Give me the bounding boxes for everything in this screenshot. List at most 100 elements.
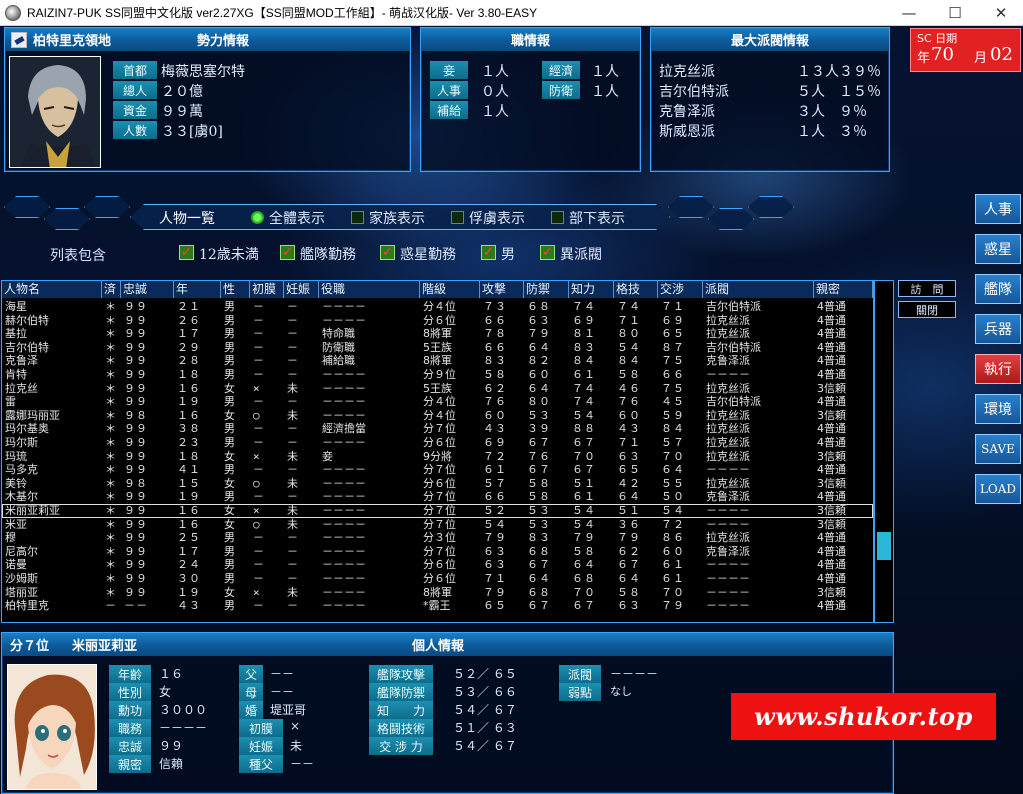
- filter-under12-label[interactable]: 12歳未満: [199, 244, 259, 264]
- menu-planet-button[interactable]: 惑星: [975, 234, 1021, 264]
- filter-planet-label[interactable]: 惑星勤務: [400, 244, 456, 264]
- cell-rank: 5王族: [423, 381, 452, 395]
- menu-personnel-button[interactable]: 人事: [975, 194, 1021, 224]
- column-header-faction[interactable]: 派閥: [703, 281, 814, 298]
- column-header-intimacy[interactable]: 親密: [814, 281, 873, 298]
- close-list-button[interactable]: 關閉: [898, 301, 956, 318]
- cell-gender: 男: [224, 572, 236, 585]
- filter-under12-checkbox[interactable]: ✓: [179, 245, 194, 260]
- table-row[interactable]: 露娜玛丽亚 ＊ ９８ １６ 女 ○ 未 －－－－ 分４位 ６０ ５３ ５４ ６０ ５９ 拉克丝派 3信頼: [2, 409, 873, 423]
- table-row[interactable]: 穆＊ ９９ ２５ 男－－－－－－ 分３位 ７９ ８３ ７９ ７９ ８６ 拉克丝派 4普通: [2, 531, 873, 545]
- cell-age: １６: [177, 408, 201, 422]
- filter-male-checkbox[interactable]: ✓: [481, 245, 496, 260]
- table-row-selected[interactable]: 米丽亚莉亚 ＊ ９９ １６ 女 × 未 －－－－ 分７位 ５２ ５３ ５４ ５１ ５４ －－－－ 3信頼: [2, 504, 873, 518]
- filter-planet-checkbox[interactable]: ✓: [380, 245, 395, 260]
- column-header-done[interactable]: 済: [102, 281, 121, 298]
- cell-melee: ６４: [617, 490, 641, 504]
- column-header-attack[interactable]: 攻撃: [480, 281, 524, 298]
- cell-intel: ６４: [572, 558, 596, 572]
- column-header-virgin[interactable]: 初膜: [250, 281, 284, 298]
- radio-all-selected-icon[interactable]: [251, 211, 264, 224]
- filter-other-faction-checkbox[interactable]: ✓: [540, 245, 555, 260]
- info-value-age: １６: [159, 667, 184, 681]
- cell-faction: －－－－: [706, 504, 750, 517]
- table-row[interactable]: 沙姆斯＊ ９９ ３０ 男－－－－－－ 分６位 ７１ ６４ ６８ ６４ ６１ －－－－ 4普通: [2, 572, 873, 586]
- column-header-pregnant[interactable]: 妊娠: [284, 281, 319, 298]
- table-row[interactable]: 玛尔斯＊ ９９ ２３ 男－－－－－－ 分６位 ６９ ６７ ６７ ７１ ５７ 拉克丝派 4普通: [2, 436, 873, 450]
- nav-option-prisoner[interactable]: 俘虜表示: [469, 208, 525, 228]
- table-row[interactable]: 柏特里克－－－ ４３ 男－－－－－－ *霸王 ６５ ６７ ６７ ６３ ７９ －－－－ 4普通: [2, 599, 873, 613]
- table-row[interactable]: 米亚 ＊ ９９ １６ 女 ○ 未 －－－－ 分７位 ５４ ５３ ５４ ３６ ７２ －－－－ 3信頼: [2, 518, 873, 532]
- cell-gender: 男: [224, 313, 236, 327]
- column-header-post[interactable]: 役職: [319, 281, 420, 298]
- scrollbar-thumb[interactable]: [877, 532, 891, 560]
- column-header-defense[interactable]: 防禦: [524, 281, 569, 298]
- table-row[interactable]: 马多克＊ ９９ ４１ 男－－－－－－ 分７位 ６１ ６７ ６７ ６５ ６４ －－－－ 4普通: [2, 463, 873, 477]
- filter-fleet-checkbox[interactable]: ✓: [280, 245, 295, 260]
- table-row[interactable]: 雷＊ ９９ １９ 男－－－－－－ 分４位 ７６ ８０ ７４ ７６ ４５ 吉尔伯特派 4普通: [2, 395, 873, 409]
- filter-label: 列表包含: [50, 248, 106, 264]
- table-row[interactable]: 赫尔伯特＊ ９９ ２６ 男－－－－－－ 分６位 ６６ ６３ ６９ ７１ ６９ 拉克丝派 4普通: [2, 314, 873, 328]
- table-row[interactable]: 美铃 ＊ ９８ １５ 女 ○ 未 －－－－ 分６位 ５７ ５８ ５１ ４２ ５５ 拉克丝派 3信頼: [2, 477, 873, 491]
- cell-done: ＊: [105, 340, 117, 354]
- table-row[interactable]: 木基尔＊ ９９ １９ 男－－－－－－ 分７位 ６６ ５８ ６１ ６４ ５０ 克鲁泽派 4普通: [2, 490, 873, 504]
- cell-intel: ５８: [572, 544, 596, 558]
- nav-option-subordinate[interactable]: 部下表示: [569, 208, 625, 228]
- table-row[interactable]: 诺曼＊ ９９ ２４ 男－－－－－－ 分６位 ６３ ６７ ６４ ６７ ６１ －－－－ 4普通: [2, 558, 873, 572]
- radio-subordinate-icon[interactable]: [551, 211, 564, 224]
- maximize-button[interactable]: ☐: [933, 0, 977, 26]
- cell-virgin: －: [253, 395, 265, 409]
- column-header-age[interactable]: 年: [174, 281, 221, 298]
- table-row[interactable]: 塔丽亚 ＊ ９９ １９ 女 × 未 －－－－ 8將軍 ７９ ６８ ７０ ５８ ７０ －－－－ 3信頼: [2, 586, 873, 600]
- close-button[interactable]: ✕: [979, 0, 1023, 26]
- table-row[interactable]: 海星＊ ９９ ２１ 男－－－－－－ 分４位 ７３ ６８ ７４ ７４ ７１ 吉尔伯特派 4普通: [2, 300, 873, 314]
- column-header-negotiation[interactable]: 交渉: [658, 281, 703, 298]
- nav-option-all[interactable]: 全體表示: [269, 208, 325, 228]
- cell-done: ＊: [105, 572, 117, 585]
- column-header-intel[interactable]: 知力: [569, 281, 614, 298]
- menu-environment-button[interactable]: 環境: [975, 394, 1021, 424]
- menu-load-button[interactable]: LOAD: [975, 474, 1021, 504]
- cell-melee: ６５: [617, 463, 641, 477]
- table-row[interactable]: 尼高尔＊ ９９ １７ 男－－－－－－ 分７位 ６３ ６８ ５８ ６２ ６０ 克鲁泽派 4普通: [2, 545, 873, 559]
- table-row[interactable]: 吉尔伯特 ＊ ９９ ２９ 男 － － 防衛職 5王族 ６６ ６４ ８３ ５４ ８７ 吉尔伯特派 4普通: [2, 341, 873, 355]
- column-header-name[interactable]: 人物名: [2, 281, 102, 298]
- cell-intel: ６７: [572, 463, 596, 477]
- cell-pregnant: －: [287, 313, 299, 327]
- column-header-gender[interactable]: 性: [221, 281, 250, 298]
- cell-age: １９: [177, 395, 201, 409]
- table-row[interactable]: 基拉 ＊ ９９ １７ 男 － － 特命職 8將軍 ７８ ７９ ８１ ８０ ６５ 拉克丝派 4普通: [2, 327, 873, 341]
- radio-family-icon[interactable]: [351, 211, 364, 224]
- character-table: 人物名済忠誠年性初膜 妊娠 役職 階級 攻撃 防禦 知力 格技 交渉 派閥 親密海星＊ ９９ ２１ 男－－…: [1, 280, 874, 623]
- cell-post: －－－－: [322, 531, 366, 545]
- cell-name: 柏特里克: [5, 599, 49, 613]
- cell-gender: 女: [224, 476, 236, 490]
- minimize-button[interactable]: —: [887, 0, 931, 26]
- nav-option-family[interactable]: 家族表示: [369, 208, 425, 228]
- column-header-rank[interactable]: 階級: [420, 281, 480, 298]
- cell-negotiation: ７５: [661, 354, 685, 368]
- column-header-melee[interactable]: 格技: [614, 281, 658, 298]
- radio-prisoner-icon[interactable]: [451, 211, 464, 224]
- menu-weapons-button[interactable]: 兵器: [975, 314, 1021, 344]
- menu-fleet-button[interactable]: 艦隊: [975, 274, 1021, 304]
- decor-hex: [668, 196, 714, 218]
- table-row[interactable]: 克鲁泽 ＊ ９９ ２８ 男 － － 補給職 8將軍 ８３ ８２ ８４ ８４ ７５ 克鲁泽派 4普通: [2, 354, 873, 368]
- table-row[interactable]: 玛尔基奥 ＊ ９９ ３８ 男 － － 經濟擔當 分７位 ４３ ３９ ８８ ４３ ８４ 拉克丝派 4普通: [2, 422, 873, 436]
- table-row[interactable]: 玛琉 ＊ ９９ １８ 女 × 未 妾 9分將 ７２ ７６ ７０ ６３ ７０ 拉克丝派 3信頼: [2, 450, 873, 464]
- filter-fleet-label[interactable]: 艦隊勤務: [300, 244, 356, 264]
- menu-save-button[interactable]: SAVE: [975, 434, 1021, 464]
- visit-button[interactable]: 訪 問: [898, 280, 956, 297]
- cell-loyalty: ９９: [124, 544, 148, 558]
- cell-faction: 克鲁泽派: [706, 354, 750, 368]
- cell-loyalty: ９９: [124, 531, 148, 545]
- filter-other-faction-label[interactable]: 異派閥: [560, 244, 602, 264]
- table-row[interactable]: 拉克丝 ＊ ９９ １６ 女 × 未 －－－－ 5王族 ６２ ６４ ７４ ４６ ７５ 拉克丝派 3信頼: [2, 382, 873, 396]
- table-scrollbar[interactable]: [874, 280, 894, 623]
- menu-execute-button[interactable]: 執行: [975, 354, 1021, 384]
- filter-male-label[interactable]: 男: [501, 244, 515, 264]
- table-row[interactable]: 肯特＊ ９９ １８ 男－－－－－－ 分９位 ５８ ６０ ６１ ５８ ６６ －－－－ 4普通: [2, 368, 873, 382]
- column-header-loyalty[interactable]: 忠誠: [121, 281, 174, 298]
- personal-info-title: 個人情報: [412, 639, 465, 654]
- info-label-marriage: 婚: [239, 701, 263, 719]
